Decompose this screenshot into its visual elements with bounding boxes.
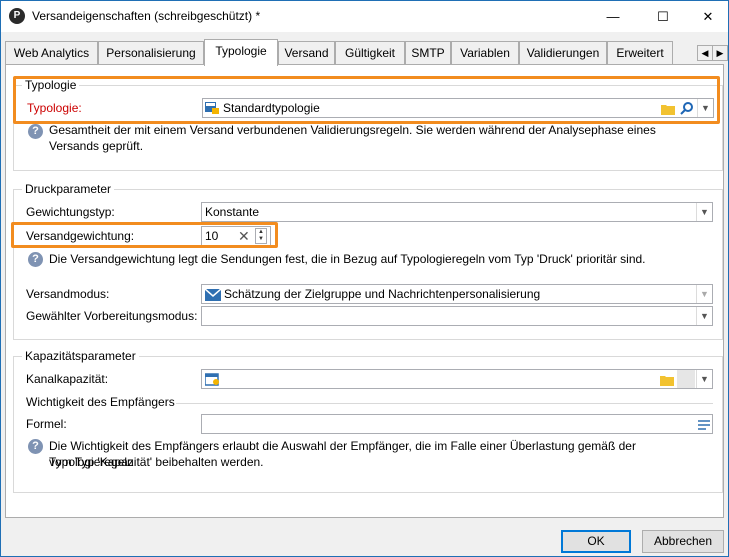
prep-mode-label: Gewählter Vorbereitungsmodus:	[26, 309, 198, 323]
close-button[interactable]: ✕	[685, 1, 729, 32]
minimize-button[interactable]: —	[590, 1, 636, 32]
calendar-icon	[204, 372, 220, 386]
weight-type-select[interactable]: Konstante ▼	[201, 202, 713, 222]
capacity-info-icon: ?	[28, 439, 43, 454]
print-group-title: Druckparameter	[22, 182, 115, 196]
tab-gueltigkeit[interactable]: Gültigkeit	[335, 41, 405, 65]
capacity-info-line2: vom Typ 'Kapazität' beibehalten werden.	[49, 455, 264, 469]
capacity-group-title: Kapazitätsparameter	[22, 349, 139, 363]
mode-value: Schätzung der Zielgruppe und Nachrichten…	[224, 287, 541, 301]
info-icon: ?	[28, 124, 43, 139]
tab-variablen[interactable]: Variablen	[451, 41, 519, 65]
cancel-button[interactable]: Abbrechen	[642, 530, 724, 553]
tab-erweitert[interactable]: Erweitert	[607, 41, 673, 65]
weight-type-value: Konstante	[205, 205, 260, 219]
tab-web-analytics[interactable]: Web Analytics	[5, 41, 98, 65]
tab-typologie[interactable]: Typologie	[204, 39, 278, 66]
tab-validierungen[interactable]: Validierungen	[519, 41, 607, 65]
app-logo-icon: P	[9, 8, 25, 24]
recipient-importance-title: Wichtigkeit des Empfängers	[26, 395, 175, 409]
tab-personalisierung[interactable]: Personalisierung	[98, 41, 204, 65]
tab-scroll-right-icon[interactable]: ▶	[712, 45, 728, 61]
channel-capacity-label: Kanalkapazität:	[26, 372, 109, 386]
tab-panel: Typologie Typologie: Standardtypologie ▼…	[5, 64, 724, 518]
dialog-window: P Versandeigenschaften (schreibgeschützt…	[0, 0, 729, 557]
channel-capacity-chevron-down-icon[interactable]: ▼	[696, 370, 712, 388]
typology-info-text: Gesamtheit der mit einem Versand verbund…	[49, 123, 656, 153]
weight-type-chevron-down-icon[interactable]: ▼	[696, 203, 712, 221]
mode-label: Versandmodus:	[26, 287, 110, 301]
weight-highlight-frame	[11, 222, 278, 248]
expression-editor-icon[interactable]	[698, 418, 710, 430]
tab-smtp[interactable]: SMTP	[405, 41, 451, 65]
title-bar: P Versandeigenschaften (schreibgeschützt…	[1, 1, 728, 32]
envelope-icon	[204, 288, 222, 301]
window-title: Versandeigenschaften (schreibgeschützt) …	[32, 9, 261, 23]
weight-info-text: Die Versandgewichtung legt die Sendungen…	[49, 252, 646, 266]
typology-highlight-frame	[13, 76, 720, 124]
tab-versand[interactable]: Versand	[278, 41, 335, 65]
prep-mode-chevron-down-icon[interactable]: ▼	[696, 307, 712, 325]
channel-folder-icon[interactable]	[660, 373, 674, 386]
channel-search-disabled-icon	[677, 370, 695, 388]
formula-field[interactable]	[201, 414, 713, 434]
mode-chevron-down-icon[interactable]: ▼	[696, 285, 712, 303]
prep-mode-select[interactable]: ▼	[201, 306, 713, 326]
mode-select[interactable]: Schätzung der Zielgruppe und Nachrichten…	[201, 284, 713, 304]
channel-capacity-field[interactable]: ▼	[201, 369, 713, 389]
importance-separator	[176, 403, 713, 404]
weight-info-icon: ?	[28, 252, 43, 267]
weight-type-label: Gewichtungstyp:	[26, 205, 115, 219]
maximize-button[interactable]: ☐	[640, 1, 686, 32]
tab-bar: Web Analytics Personalisierung Typologie…	[5, 39, 728, 66]
ok-button[interactable]: OK	[561, 530, 631, 553]
tab-scroll-left-icon[interactable]: ◀	[697, 45, 713, 61]
formula-label: Formel:	[26, 417, 67, 431]
